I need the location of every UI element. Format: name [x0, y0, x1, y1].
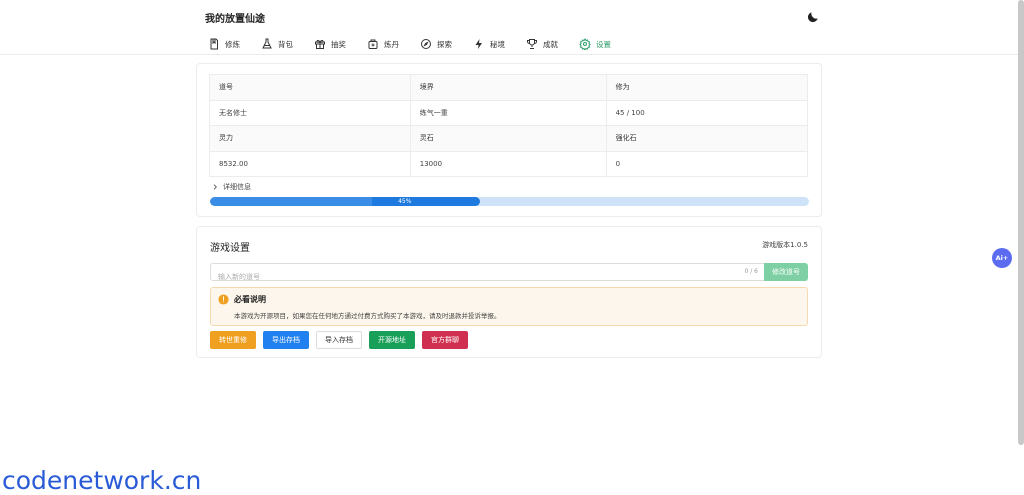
- notice-title: 必看说明: [234, 295, 266, 304]
- export-save-button[interactable]: 导出存档: [263, 331, 309, 349]
- scrollbar[interactable]: [1018, 0, 1024, 445]
- stats-table: 道号 境界 修为 无名修士 练气一重 45 / 100 灵力 灵石 强化石 85…: [209, 74, 809, 177]
- moon-icon[interactable]: [806, 9, 820, 23]
- notice-text: 本游戏为开源项目，如果您在任何地方通过付费方式购买了本游戏，请及时退款并投诉举报…: [234, 312, 501, 320]
- compass-icon: [421, 39, 431, 49]
- gift-icon: [315, 39, 325, 49]
- app-title: 我的放置仙途: [205, 14, 265, 25]
- import-save-button[interactable]: 导入存档: [316, 331, 362, 349]
- watermark: codenetwork.cn: [2, 466, 202, 495]
- tab-label: 探索: [437, 39, 452, 49]
- official-group-button[interactable]: 官方群聊: [422, 331, 468, 349]
- page: 我的放置仙途 修炼 背包 抽奖 炼丹 探索 秘境 成就 设置 道号 境界 修为 …: [0, 0, 1024, 495]
- trophy-icon: [527, 39, 537, 49]
- cultivation-progress-bar: 45%: [210, 197, 809, 206]
- tab-label: 修炼: [225, 39, 240, 49]
- tab-label: 抽奖: [331, 39, 346, 49]
- tab-secret-realm[interactable]: 秘境: [473, 36, 505, 52]
- rename-button[interactable]: 修改道号: [764, 263, 808, 281]
- char-count: 0 / 6: [744, 268, 758, 275]
- ai-assistant-button[interactable]: Ai+: [992, 248, 1012, 268]
- stat-value-cultivation: 45 / 100: [605, 99, 809, 126]
- settings-card: 游戏设置 游戏版本1.0.5 0 / 6 修改道号 必看说明 本游戏为开源项目，…: [196, 226, 822, 358]
- stat-value-spirit-stones: 13000: [409, 150, 607, 177]
- tab-label: 背包: [278, 39, 293, 49]
- stat-header-realm: 境界: [409, 74, 607, 101]
- tab-label: 设置: [596, 39, 611, 49]
- stat-header-spirit-stones: 灵石: [409, 125, 607, 152]
- stat-value-enhance-stones: 0: [605, 150, 809, 177]
- details-label: 详细信息: [223, 183, 251, 191]
- stats-card: 道号 境界 修为 无名修士 练气一重 45 / 100 灵力 灵石 强化石 85…: [196, 63, 822, 217]
- settings-title: 游戏设置: [210, 243, 250, 254]
- lightning-icon: [475, 39, 482, 49]
- progress-label: 45%: [398, 198, 412, 205]
- nav-tabs: 修炼 背包 抽奖 炼丹 探索 秘境 成就 设置: [208, 36, 632, 52]
- progress-fill: 45%: [210, 197, 480, 206]
- name-input-wrapper: 0 / 6: [210, 263, 764, 285]
- warning-icon: [218, 294, 229, 305]
- book-icon: [210, 38, 218, 50]
- stat-header-cultivation: 修为: [605, 74, 809, 101]
- tab-label: 成就: [543, 39, 558, 49]
- tab-achievements[interactable]: 成就: [526, 36, 558, 52]
- table-row: 8532.00 13000 0: [209, 150, 809, 177]
- stat-header-name: 道号: [209, 74, 411, 101]
- open-source-button[interactable]: 开源地址: [369, 331, 415, 349]
- tab-alchemy[interactable]: 炼丹: [367, 36, 399, 52]
- tab-label: 炼丹: [384, 39, 399, 49]
- table-row: 无名修士 练气一重 45 / 100: [209, 99, 809, 126]
- stat-value-name: 无名修士: [209, 99, 411, 126]
- tab-explore[interactable]: 探索: [420, 36, 452, 52]
- tab-label: 秘境: [490, 39, 505, 49]
- table-row: 道号 境界 修为: [209, 74, 809, 101]
- tab-cultivate[interactable]: 修炼: [208, 36, 240, 52]
- header: 我的放置仙途 修炼 背包 抽奖 炼丹 探索 秘境 成就 设置: [0, 0, 1018, 55]
- game-version: 游戏版本1.0.5: [762, 241, 808, 249]
- tab-settings[interactable]: 设置: [579, 36, 611, 52]
- chevron-right-icon: [213, 184, 217, 190]
- name-input[interactable]: [211, 269, 764, 285]
- stat-header-enhance-stones: 强化石: [605, 125, 809, 152]
- flask-icon: [262, 38, 272, 49]
- reincarnate-button[interactable]: 转世重修: [210, 331, 256, 349]
- cauldron-icon: [368, 39, 378, 49]
- stat-header-spirit-power: 灵力: [209, 125, 411, 152]
- gear-icon: [579, 38, 591, 50]
- details-toggle[interactable]: 详细信息: [211, 182, 251, 192]
- tab-backpack[interactable]: 背包: [261, 36, 293, 52]
- stat-value-realm: 练气一重: [409, 99, 607, 126]
- stat-value-spirit-power: 8532.00: [209, 150, 411, 177]
- table-row: 灵力 灵石 强化石: [209, 125, 809, 152]
- notice-alert: 必看说明 本游戏为开源项目，如果您在任何地方通过付费方式购买了本游戏，请及时退款…: [210, 287, 808, 326]
- action-buttons: 转世重修 导出存档 导入存档 开源地址 官方群聊: [210, 331, 475, 349]
- tab-lottery[interactable]: 抽奖: [314, 36, 346, 52]
